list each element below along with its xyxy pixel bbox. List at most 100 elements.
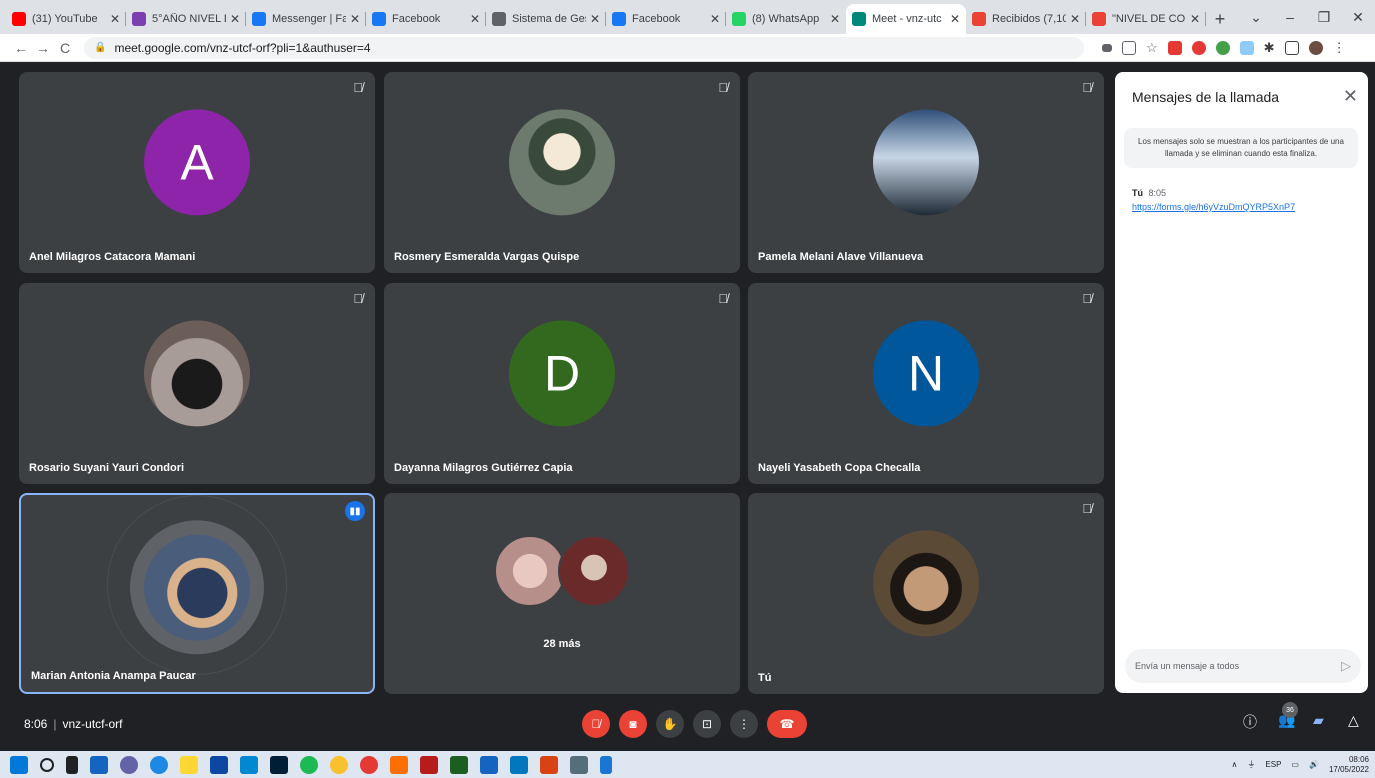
send-icon[interactable]: ▷ (1341, 658, 1351, 674)
camera-toggle-button[interactable]: ◙ (619, 710, 647, 738)
opera-icon[interactable] (1191, 40, 1206, 55)
menu-icon[interactable]: ⋮ (1333, 40, 1346, 56)
word-icon[interactable] (480, 755, 498, 774)
lock-icon[interactable]: 🔒 (94, 42, 106, 53)
browser-tab[interactable]: Facebook ✕ (606, 4, 726, 34)
tab-close-icon[interactable]: ✕ (950, 12, 960, 26)
browser-tab[interactable]: Recibidos (7,100) - ✕ (966, 4, 1086, 34)
profile-avatar[interactable] (1308, 40, 1323, 55)
participant-tile[interactable]: 🎙̸ Rosmery Esmeralda Vargas Quispe (384, 72, 740, 273)
tab-search-icon[interactable]: ⌄ (1239, 9, 1273, 26)
participant-tile[interactable]: D 🎙̸ Dayanna Milagros Gutiérrez Capia (384, 283, 740, 484)
minimize-icon[interactable]: – (1273, 9, 1307, 25)
volume-icon[interactable]: 🔊 (1309, 760, 1319, 769)
sidepanel-icon[interactable] (1284, 40, 1299, 55)
browser-tab[interactable]: Messenger | Faceb ✕ (246, 4, 366, 34)
tab-close-icon[interactable]: ✕ (470, 12, 480, 26)
excel-icon[interactable] (450, 755, 468, 774)
usb-icon[interactable]: ⏚ (1247, 759, 1255, 770)
tab-close-icon[interactable]: ✕ (830, 12, 840, 26)
camera-indicator-icon[interactable] (1102, 43, 1112, 52)
facebook-icon (612, 12, 626, 26)
participant-tile[interactable]: N 🎙̸ Nayeli Yasabeth Copa Checalla (748, 283, 1104, 484)
extension-green-icon[interactable] (1215, 40, 1230, 55)
participant-tile[interactable]: A 🎙̸ Anel Milagros Catacora Mamani (19, 72, 375, 273)
opera-icon[interactable] (360, 755, 378, 774)
notepad-icon[interactable] (600, 755, 612, 774)
new-tab-button[interactable]: + (1206, 4, 1234, 34)
snipping-tool-icon[interactable] (570, 755, 588, 774)
participant-tile-speaking[interactable]: ▮▮ Marian Antonia Anampa Paucar (19, 493, 375, 694)
browser-tab[interactable]: 5°AÑO NIVEL DE C ✕ (126, 4, 246, 34)
share-icon[interactable] (1122, 40, 1136, 55)
task-view-icon[interactable] (66, 755, 78, 774)
activities-button[interactable]: △ (1348, 712, 1359, 729)
close-window-icon[interactable]: ✕ (1341, 9, 1375, 26)
tab-close-icon[interactable]: ✕ (1070, 12, 1080, 26)
browser-tab[interactable]: "NIVEL DE CONOC ✕ (1086, 4, 1206, 34)
browser-tab[interactable]: Meet - vnz-utc ✕ (846, 4, 966, 34)
powerpoint-icon[interactable] (540, 755, 558, 774)
people-button[interactable]: 36 👥 (1278, 702, 1298, 729)
globe-icon (492, 12, 506, 26)
browser-tab[interactable]: Sistema de Gestión ✕ (486, 4, 606, 34)
url-text: meet.google.com/vnz-utcf-orf?pli=1&authu… (114, 40, 371, 55)
back-icon[interactable]: ← (10, 40, 32, 56)
message-sender: Tú (1132, 188, 1143, 198)
teams-icon[interactable] (120, 755, 138, 774)
participant-tile[interactable]: 🎙̸ Rosario Suyani Yauri Condori (19, 283, 375, 484)
tab-close-icon[interactable]: ✕ (710, 12, 720, 26)
reload-icon[interactable]: C (54, 40, 76, 56)
tab-close-icon[interactable]: ✕ (1190, 12, 1200, 26)
raise-hand-button[interactable]: ✋ (656, 710, 684, 738)
tab-title: Sistema de Gestión (512, 13, 586, 25)
search-icon[interactable] (40, 757, 54, 772)
more-options-button[interactable]: ⋮ (730, 710, 758, 738)
more-vert-icon: ⋮ (738, 717, 750, 731)
tab-close-icon[interactable]: ✕ (230, 12, 240, 26)
file-explorer-icon[interactable] (180, 755, 198, 774)
tab-close-icon[interactable]: ✕ (110, 12, 120, 26)
illustrator-icon[interactable] (390, 755, 408, 774)
chat-input[interactable]: Envía un mensaje a todos ▷ (1125, 649, 1361, 683)
browser-tab[interactable]: (31) YouTube ✕ (6, 4, 126, 34)
store-icon[interactable] (210, 755, 228, 774)
participant-tile[interactable]: 🎙̸ Pamela Melani Alave Villanueva (748, 72, 1104, 273)
chevron-up-icon[interactable]: ∧ (1232, 760, 1238, 769)
spotify-icon[interactable] (300, 755, 318, 774)
clock-date: 17/05/2022 (1328, 764, 1369, 774)
browser-tab[interactable]: (8) WhatsApp ✕ (726, 4, 846, 34)
leave-call-button[interactable]: ☎ (767, 710, 807, 738)
browser-tab[interactable]: Facebook ✕ (366, 4, 486, 34)
extension-icon[interactable] (1167, 40, 1182, 55)
gmail-icon (1092, 12, 1106, 26)
tab-close-icon[interactable]: ✕ (590, 12, 600, 26)
participant-tile-self[interactable]: 🎙̸ Tú (748, 493, 1104, 694)
mail-icon[interactable] (240, 755, 258, 774)
photoshop-icon[interactable] (270, 755, 288, 774)
chrome-icon[interactable] (330, 755, 348, 774)
mic-toggle-button[interactable]: 🎙̸ (582, 710, 610, 738)
url-field[interactable]: 🔒 meet.google.com/vnz-utcf-orf?pli=1&aut… (84, 36, 1084, 59)
bookmark-star-icon[interactable]: ☆ (1146, 40, 1158, 56)
restore-icon[interactable]: ❐ (1307, 9, 1341, 26)
language-indicator[interactable]: ESP (1265, 760, 1281, 769)
more-participants-tile[interactable]: 28 más (384, 493, 740, 694)
access-icon[interactable] (420, 755, 438, 774)
clock[interactable]: 08:06 17/05/2022 (1329, 755, 1369, 775)
network-icon[interactable]: ▭ (1291, 760, 1299, 769)
edge-icon[interactable] (150, 755, 168, 774)
message-link[interactable]: https://forms.gle/h6yVzuDmQYRP5XnP7 (1132, 202, 1295, 212)
chat-button[interactable]: ▰ (1313, 712, 1324, 729)
windows-start-icon[interactable] (10, 755, 28, 774)
puzzle-icon[interactable]: ✱ (1264, 40, 1275, 56)
widgets-icon[interactable] (90, 755, 108, 774)
close-icon[interactable]: ✕ (1343, 86, 1358, 107)
present-button[interactable]: ⊡ (693, 710, 721, 738)
forward-icon[interactable]: → (32, 40, 54, 56)
tab-title: Recibidos (7,100) - (992, 13, 1066, 25)
docs-icon[interactable] (1239, 40, 1254, 55)
tab-close-icon[interactable]: ✕ (350, 12, 360, 26)
publisher-icon[interactable] (510, 755, 528, 774)
meeting-details-button[interactable]: ⓘ (1243, 712, 1257, 732)
